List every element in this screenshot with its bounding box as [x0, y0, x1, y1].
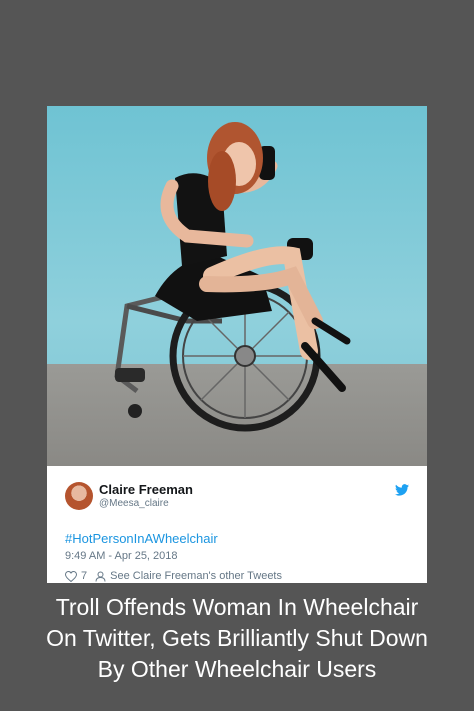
- caption-line-3: By Other Wheelchair Users: [97, 656, 377, 682]
- caption: Troll Offends Woman In Wheelchair On Twi…: [0, 592, 474, 685]
- tweet-author-handle[interactable]: @Meesa_claire: [99, 498, 169, 509]
- caption-line-2: On Twitter, Gets Brilliantly Shut Down: [46, 625, 428, 651]
- twitter-bird-icon[interactable]: [395, 484, 409, 496]
- avatar[interactable]: [65, 482, 93, 510]
- caption-line-1: Troll Offends Woman In Wheelchair: [55, 594, 419, 620]
- like-count: 7: [81, 570, 88, 582]
- other-tweets-link[interactable]: See Claire Freeman's other Tweets: [110, 570, 282, 582]
- photo-illustration: [114, 122, 351, 432]
- tweet-timestamp[interactable]: 9:49 AM - Apr 25, 2018: [65, 550, 178, 562]
- tweet-hashtag[interactable]: #HotPersonInAWheelchair: [65, 531, 218, 546]
- heart-icon[interactable]: [65, 570, 77, 582]
- tweet-author-name[interactable]: Claire Freeman: [99, 482, 193, 497]
- tweet-embed[interactable]: Claire Freeman @Meesa_claire #HotPersonI…: [47, 466, 427, 583]
- tweet-photo[interactable]: [47, 106, 427, 466]
- tweet-footer: 7 See Claire Freeman's other Tweets: [65, 570, 282, 582]
- person-icon: [95, 571, 106, 582]
- tweet-card[interactable]: Claire Freeman @Meesa_claire #HotPersonI…: [47, 106, 427, 583]
